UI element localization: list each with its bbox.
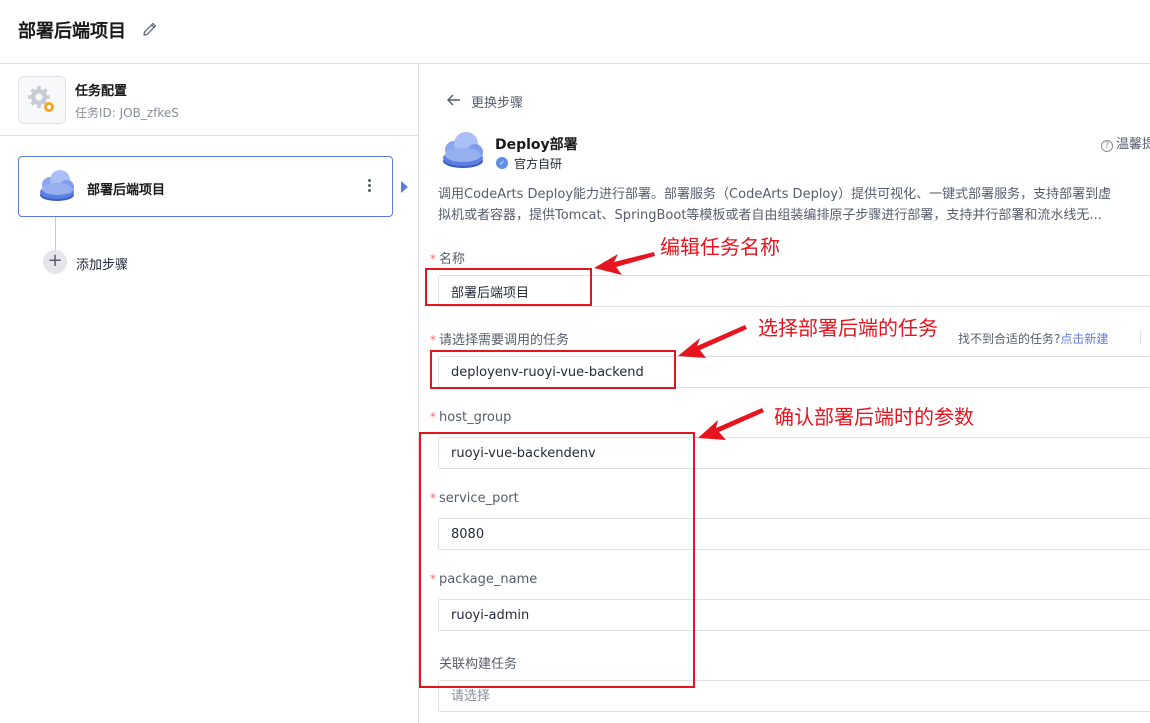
edit-icon[interactable] — [142, 21, 158, 37]
task-select[interactable] — [438, 356, 1150, 388]
task-select-label: * 请选择需要调用的任务 — [430, 333, 570, 348]
step-label: 部署后端项目 — [87, 183, 166, 198]
build-task-label: 关联构建任务 — [439, 657, 518, 672]
task-info: 任务配置 任务ID: JOB_zfkeS — [0, 64, 418, 136]
host-group-input[interactable] — [438, 437, 1150, 469]
service-port-label: * service_port — [430, 491, 519, 506]
description-line: 拟机或者容器，提供Tomcat、SpringBoot等模板或者自由组装编排原子步… — [438, 208, 1102, 223]
create-task-link[interactable]: 点击新建 — [1060, 332, 1108, 346]
host-group-label: * host_group — [430, 410, 512, 425]
name-input[interactable] — [438, 275, 1150, 307]
description-line: 调用CodeArts Deploy能力进行部署。部署服务（CodeArts De… — [438, 187, 1112, 202]
step-sidebar: 任务配置 任务ID: JOB_zfkeS 部署后端项目 + 添加步骤 — [0, 64, 419, 723]
cloud-deploy-icon — [443, 132, 483, 168]
build-task-select[interactable] — [438, 680, 1150, 712]
cloud-deploy-icon — [40, 170, 74, 201]
official-badge-icon: ✓ — [496, 157, 508, 169]
arrow-left-icon — [447, 94, 460, 106]
add-step-label: 添加步骤 — [76, 258, 129, 273]
official-label: 官方自研 — [514, 157, 563, 171]
plugin-name: Deploy部署 — [495, 137, 578, 153]
name-field-label: * 名称 — [430, 252, 466, 267]
task-not-found-hint: 找不到合适的任务?点击新建 — [958, 332, 1109, 346]
plugin-description: 调用CodeArts Deploy能力进行部署。部署服务（CodeArts De… — [438, 184, 1148, 226]
tips-link[interactable]: ? 温馨提 — [1101, 133, 1150, 152]
more-vertical-icon[interactable] — [366, 177, 372, 197]
active-step-indicator — [401, 181, 408, 193]
task-name: 任务配置 — [75, 84, 128, 99]
gears-icon — [28, 86, 54, 112]
step-card-deploy[interactable]: 部署后端项目 — [18, 156, 393, 217]
page-title: 部署后端项目 — [18, 21, 126, 42]
help-icon: ? — [1101, 140, 1113, 152]
change-step-label: 更换步骤 — [471, 96, 524, 111]
task-avatar — [18, 76, 66, 124]
package-name-input[interactable] — [438, 599, 1150, 631]
plus-icon: + — [43, 250, 67, 274]
package-name-label: * package_name — [430, 572, 538, 587]
step-connector — [55, 217, 56, 251]
task-id: 任务ID: JOB_zfkeS — [75, 106, 179, 120]
page-header: 部署后端项目 — [0, 0, 1150, 64]
step-config-panel: 更换步骤 Deploy部署 ✓ 官方自研 ? 温馨提 调用CodeArts Dep… — [420, 64, 1150, 723]
divider — [1140, 330, 1141, 344]
tips-label: 温馨提 — [1116, 137, 1150, 152]
service-port-input[interactable] — [438, 518, 1150, 550]
